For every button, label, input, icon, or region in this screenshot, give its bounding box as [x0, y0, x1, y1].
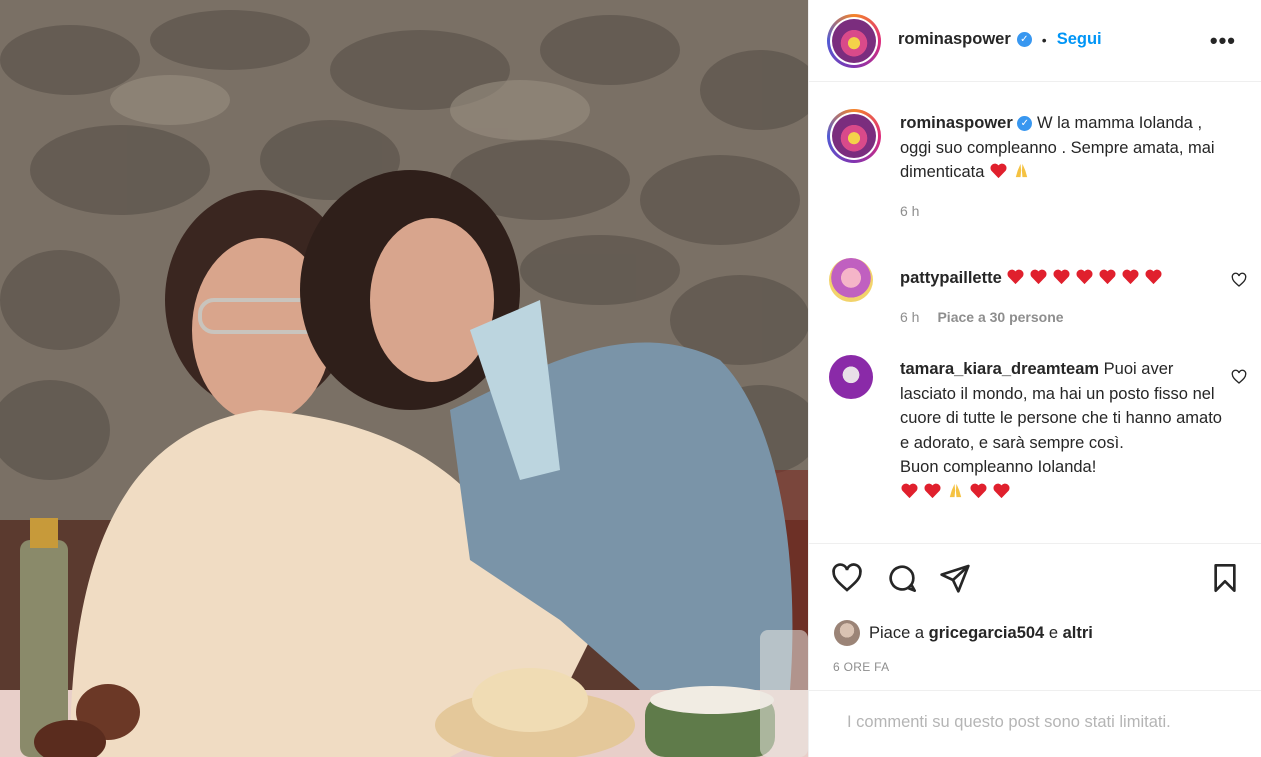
- red-heart-icon: [1145, 269, 1162, 285]
- post-header: rominaspower ✓ • Segui •••: [809, 0, 1261, 82]
- post-timestamp[interactable]: 6 ORE FA: [833, 660, 889, 674]
- caption-body: rominaspower ✓ W la mamma Iolanda , oggi…: [900, 111, 1225, 223]
- commenter-avatar[interactable]: [829, 258, 873, 302]
- comment-likes[interactable]: Piace a 30 persone: [937, 309, 1063, 325]
- author-username[interactable]: rominaspower: [898, 30, 1011, 49]
- liker-avatar[interactable]: [834, 620, 860, 646]
- more-options-icon[interactable]: •••: [1210, 28, 1236, 54]
- verified-badge-icon: ✓: [1016, 32, 1032, 47]
- red-heart-icon: [970, 483, 987, 498]
- commenter-avatar[interactable]: [829, 355, 873, 399]
- post-photo[interactable]: [0, 0, 808, 757]
- red-heart-icon: [1122, 269, 1139, 285]
- comment-emojis: [900, 483, 1015, 501]
- share-paper-plane-icon[interactable]: [939, 562, 971, 594]
- red-heart-icon: [924, 483, 941, 498]
- red-heart-icon: [1053, 269, 1070, 285]
- liked-by-others[interactable]: altri: [1063, 624, 1093, 643]
- red-heart-icon: [1099, 269, 1116, 285]
- like-comment-icon[interactable]: [1231, 272, 1247, 288]
- caption-emojis: [989, 163, 1035, 181]
- comment-meta: 6 h Piace a 30 persone: [900, 305, 1225, 330]
- post-actions: [809, 543, 1261, 610]
- liked-by-prefix: Piace a: [869, 623, 925, 642]
- red-heart-icon: [901, 483, 918, 498]
- photo-illustration: [0, 0, 808, 757]
- verified-badge-icon: ✓: [1017, 116, 1033, 132]
- comments-restricted-bar: I commenti su questo post sono stati lim…: [809, 690, 1261, 757]
- caption-avatar[interactable]: [827, 109, 881, 163]
- red-heart-icon: [990, 163, 1007, 179]
- author-avatar[interactable]: [827, 14, 881, 68]
- comment-username[interactable]: tamara_kiara_dreamteam: [900, 360, 1099, 378]
- header-identity: rominaspower ✓ • Segui: [898, 30, 1102, 49]
- header-separator: •: [1041, 31, 1047, 48]
- red-heart-icon: [1007, 269, 1024, 285]
- avatar-image: [832, 19, 876, 63]
- liked-by-line: Piace a gricegarcia504 e altri: [834, 620, 1093, 646]
- comment-bubble-icon[interactable]: [886, 562, 918, 594]
- save-bookmark-icon[interactable]: [1209, 562, 1241, 594]
- post-side-panel: rominaspower ✓ • Segui ••• rominaspower …: [808, 0, 1261, 757]
- comment-emojis: [1006, 269, 1167, 287]
- like-comment-icon[interactable]: [1231, 369, 1247, 385]
- caption-time: 6 h: [900, 202, 920, 219]
- restricted-notice: I commenti su questo post sono stati lim…: [847, 713, 1171, 731]
- red-heart-icon: [1076, 269, 1093, 285]
- comment-body: pattypaillette 6 h Piace a 30 persone: [900, 266, 1225, 329]
- folded-hands-icon: [1015, 163, 1028, 178]
- follow-button[interactable]: Segui: [1057, 30, 1102, 49]
- folded-hands-icon: [949, 483, 962, 497]
- comment-body: tamara_kiara_dreamteam Puoi aver lasciat…: [900, 357, 1225, 504]
- like-heart-icon[interactable]: [831, 562, 863, 594]
- liked-by-user[interactable]: gricegarcia504: [929, 624, 1045, 643]
- red-heart-icon: [1030, 269, 1047, 285]
- avatar-image: [832, 114, 876, 158]
- comment-text-line2: Buon compleanno Iolanda!: [900, 458, 1097, 476]
- liked-by-joiner: e: [1048, 623, 1059, 642]
- comment-time: 6 h: [900, 308, 920, 325]
- comment-username[interactable]: pattypaillette: [900, 269, 1002, 287]
- red-heart-icon: [993, 483, 1010, 498]
- caption-username[interactable]: rominaspower: [900, 114, 1013, 132]
- comments-list: rominaspower ✓ W la mamma Iolanda , oggi…: [809, 83, 1261, 543]
